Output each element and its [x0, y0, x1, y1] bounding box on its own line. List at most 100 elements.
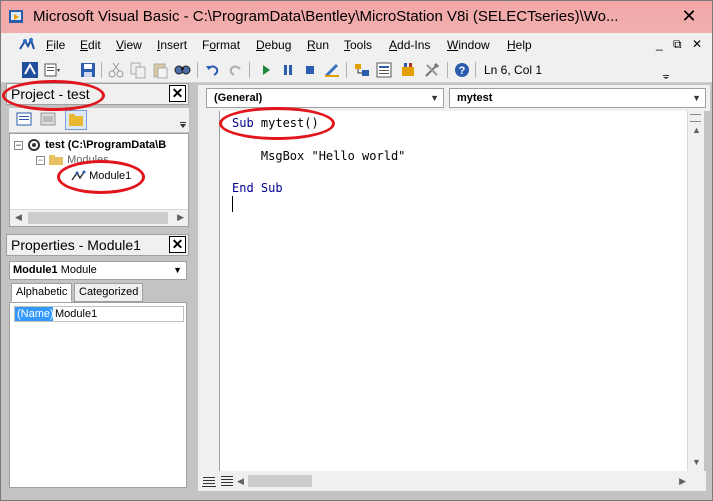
menu-run[interactable]: Run — [307, 38, 329, 52]
full-module-view-icon[interactable] — [218, 472, 236, 490]
chevron-down-icon[interactable]: ▼ — [430, 89, 439, 107]
toggle-folders-icon[interactable] — [65, 110, 87, 130]
object-combo[interactable]: (General) ▼ — [206, 88, 444, 108]
toolbar-separator — [101, 62, 102, 78]
tree-root-node[interactable]: − test (C:\ProgramData\B — [14, 138, 166, 152]
property-value[interactable]: Module1 — [55, 307, 97, 321]
menu-tools[interactable]: Tools — [344, 38, 372, 52]
view-host-app-icon[interactable] — [21, 61, 39, 79]
object-type: Module — [60, 264, 97, 276]
menu-debug[interactable]: Debug — [256, 38, 291, 52]
break-icon[interactable] — [279, 61, 297, 79]
menu-file[interactable]: File — [46, 38, 65, 52]
toolbar-options-icon[interactable] — [662, 63, 670, 79]
copy-icon[interactable] — [129, 61, 147, 79]
insert-module-icon[interactable] — [43, 61, 61, 79]
tab-categorized[interactable]: Categorized — [74, 283, 144, 302]
menu-format[interactable]: Format — [202, 38, 240, 52]
menu-accelerator: I — [157, 38, 161, 52]
view-code-icon[interactable] — [15, 110, 33, 128]
properties-pane-title-text: Properties - Module1 — [11, 237, 141, 253]
properties-pane-close-icon[interactable]: ✕ — [169, 236, 186, 253]
menu-help[interactable]: Help — [507, 38, 532, 52]
menu-window[interactable]: Window — [447, 38, 490, 52]
annotation-oval-project — [2, 80, 105, 111]
menu-insert[interactable]: Insert — [157, 38, 187, 52]
view-object-icon[interactable] — [39, 110, 57, 128]
pane-toolbar-scroll-icon[interactable] — [179, 110, 187, 130]
find-icon[interactable] — [173, 61, 191, 79]
menu-bar: File Edit View Insert Format Debug Run T… — [1, 33, 712, 57]
title-bar[interactable]: Microsoft Visual Basic - C:\ProgramData\… — [1, 1, 712, 33]
code-vscrollbar[interactable]: ▲ ▼ — [687, 111, 704, 471]
project-tree-hscrollbar[interactable]: ◀ ▶ — [10, 209, 188, 226]
properties-pane-title: Properties - Module1 ✕ — [6, 234, 189, 256]
chevron-down-icon[interactable]: ▼ — [173, 262, 182, 279]
scroll-right-icon[interactable]: ▶ — [679, 476, 686, 487]
split-bar-icon[interactable] — [690, 114, 701, 122]
property-row[interactable]: (Name) Module1 — [14, 306, 184, 322]
menu-edit[interactable]: Edit — [80, 38, 101, 52]
scroll-left-icon[interactable]: ◀ — [237, 476, 244, 487]
mdi-close-icon[interactable]: ✕ — [692, 37, 702, 51]
menu-accelerator: R — [307, 38, 316, 52]
object-combo-value: (General) — [214, 92, 263, 104]
scroll-left-icon[interactable]: ◀ — [15, 212, 22, 223]
properties-window-icon[interactable] — [375, 61, 393, 79]
code-margin — [198, 111, 219, 471]
procedure-combo[interactable]: mytest ▼ — [449, 88, 706, 108]
help-icon[interactable]: ? — [453, 61, 471, 79]
window-close-icon[interactable]: ✕ — [676, 4, 702, 28]
scroll-down-icon[interactable]: ▼ — [692, 457, 701, 467]
menu-view[interactable]: View — [116, 38, 142, 52]
chevron-down-icon[interactable]: ▼ — [692, 89, 701, 107]
code-bottom-bar: ◀ ▶ — [198, 471, 706, 491]
text-caret — [232, 196, 233, 212]
scrollbar-thumb[interactable] — [248, 475, 312, 487]
standard-toolbar: ? Ln 6, Col 1 — [1, 57, 712, 83]
mdi-restore-icon[interactable]: ⧉ — [673, 37, 682, 52]
menu-accelerator: T — [344, 38, 350, 52]
save-icon[interactable] — [79, 61, 97, 79]
code-text: MsgBox "Hello world" — [232, 149, 406, 163]
code-line[interactable]: End Sub — [232, 181, 283, 195]
object-select[interactable]: Module1 Module ▼ — [9, 261, 187, 280]
menu-accelerator: A — [389, 38, 398, 52]
collapse-icon[interactable]: − — [36, 155, 45, 165]
annotation-oval-module — [57, 160, 145, 194]
reset-icon[interactable] — [301, 61, 319, 79]
toolbox-icon[interactable] — [423, 61, 441, 79]
undo-icon[interactable] — [203, 61, 221, 79]
project-pane-close-icon[interactable]: ✕ — [169, 85, 186, 102]
scroll-up-icon[interactable]: ▲ — [692, 125, 701, 135]
menu-accelerator: o — [209, 38, 217, 52]
menu-accelerator: W — [447, 38, 459, 52]
mdi-minimize-icon[interactable]: _ — [656, 37, 663, 51]
scroll-right-icon[interactable]: ▶ — [177, 212, 184, 223]
collapse-icon[interactable]: − — [14, 140, 23, 150]
menu-accelerator: H — [507, 38, 516, 52]
toolbar-separator — [346, 62, 347, 78]
toolbar-separator — [447, 62, 448, 78]
code-line[interactable]: MsgBox "Hello world" — [232, 149, 406, 163]
project-explorer-icon[interactable] — [353, 61, 371, 79]
annotation-oval-sub — [219, 107, 335, 140]
run-icon[interactable] — [257, 61, 275, 79]
paste-icon[interactable] — [151, 61, 169, 79]
menu-add-ins[interactable]: Add-Ins — [389, 38, 430, 52]
toolbar-separator — [475, 62, 476, 78]
scrollbar-thumb[interactable] — [28, 212, 168, 224]
object-browser-icon[interactable] — [399, 61, 417, 79]
folder-icon — [49, 155, 64, 166]
redo-icon[interactable] — [227, 61, 245, 79]
code-window-icon[interactable] — [17, 37, 37, 53]
code-editor[interactable]: Sub mytest() MsgBox "Hello world" End Su… — [219, 111, 687, 471]
procedure-view-icon[interactable] — [200, 472, 218, 490]
tab-alphabetic[interactable]: Alphabetic — [11, 283, 73, 302]
svg-text:?: ? — [459, 65, 466, 77]
menu-accelerator: E — [80, 38, 89, 52]
cut-icon[interactable] — [107, 61, 125, 79]
vba-app-icon — [8, 8, 26, 26]
design-mode-icon[interactable] — [323, 61, 341, 79]
code-hscrollbar[interactable]: ◀ ▶ — [236, 473, 688, 489]
